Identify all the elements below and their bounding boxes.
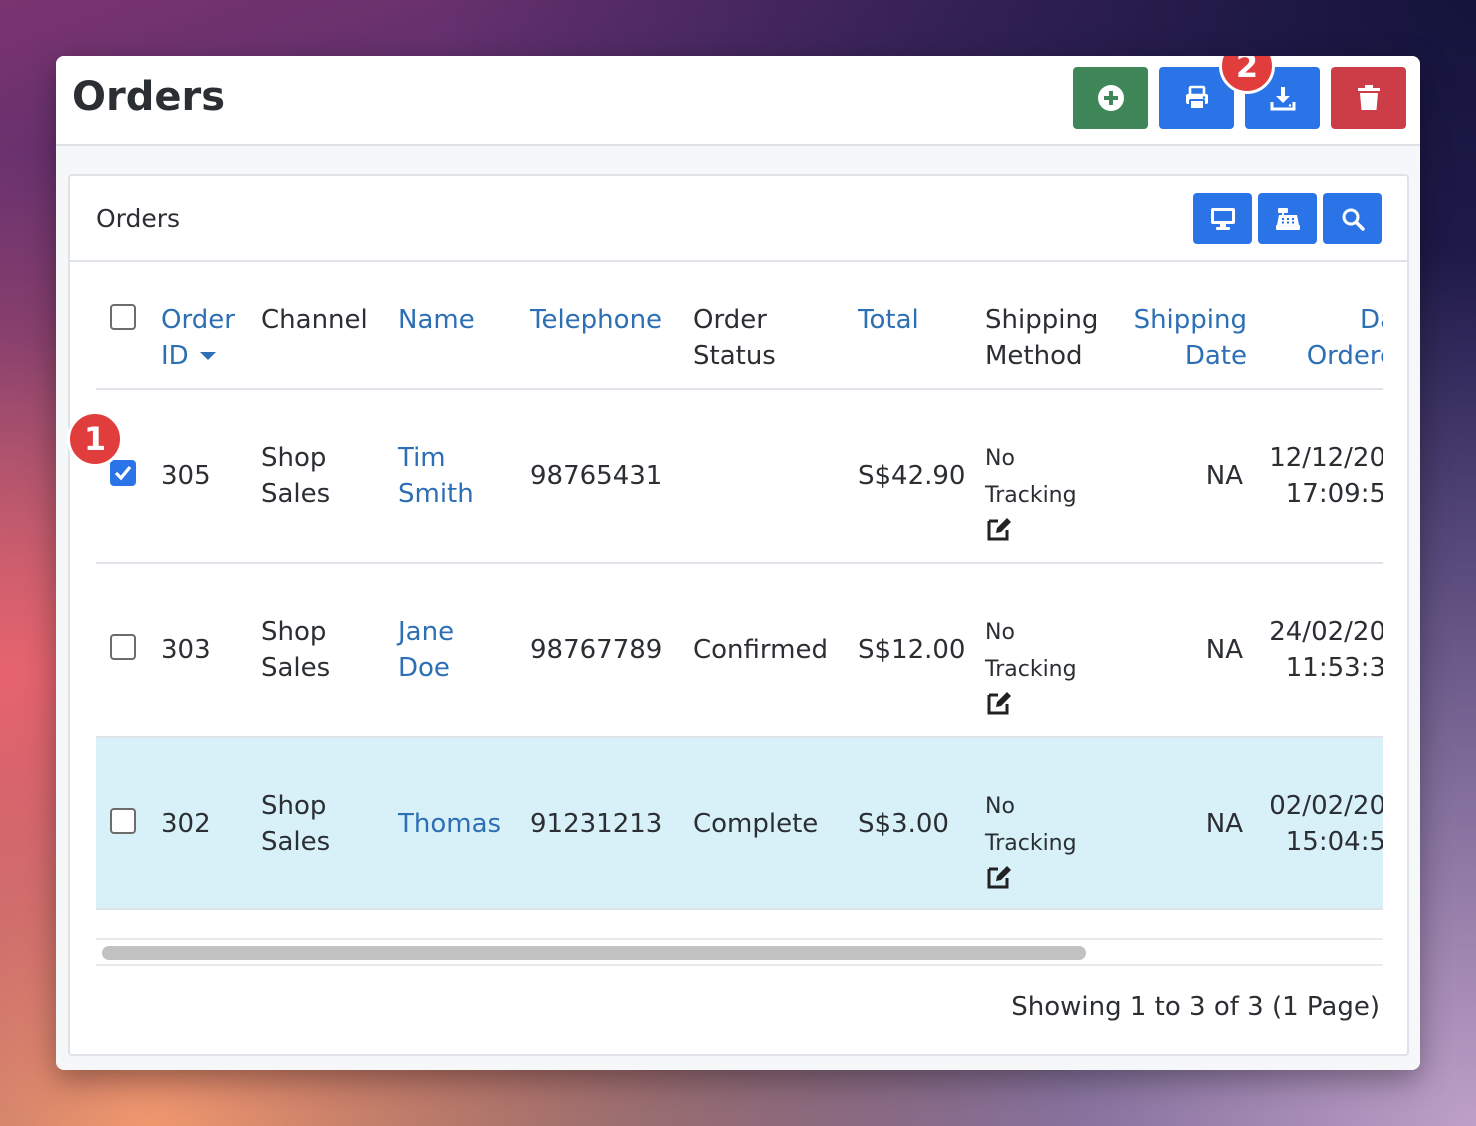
column-name[interactable]: Name xyxy=(398,302,475,338)
table-row[interactable]: 303 Shop Sales Jane Doe 98767789 Confirm… xyxy=(96,562,1383,736)
channel: Shop Sales xyxy=(261,443,331,509)
column-shipping-date[interactable]: Shipping Date xyxy=(1127,302,1247,374)
orders-table: Order ID Channel Name Telephone Order St… xyxy=(96,262,1383,982)
scrollbar-thumb[interactable] xyxy=(102,946,1086,960)
table-row[interactable]: 305 Shop Sales Tim Smith 98765431 S$42.9… xyxy=(96,388,1383,562)
order-id: 303 xyxy=(161,635,211,665)
edit-icon[interactable] xyxy=(985,864,1013,890)
customer-name-link[interactable]: Tim Smith xyxy=(398,440,474,512)
row-checkbox[interactable] xyxy=(110,808,136,834)
customer-name-link[interactable]: Thomas xyxy=(398,806,501,842)
printer-icon xyxy=(1185,85,1208,110)
column-channel: Channel xyxy=(261,305,368,335)
column-date-ordered[interactable]: Da Ordere xyxy=(1286,302,1383,374)
order-id: 302 xyxy=(161,809,211,839)
delete-button[interactable] xyxy=(1331,67,1406,129)
order-total: S$12.00 xyxy=(858,635,966,665)
table-row[interactable]: 302 Shop Sales Thomas 91231213 Complete … xyxy=(96,736,1383,910)
telephone: 98765431 xyxy=(530,461,663,491)
shipping-date: NA xyxy=(1205,809,1243,839)
page-title: Orders xyxy=(72,74,226,120)
trash-icon xyxy=(1357,85,1380,110)
cash-register-icon xyxy=(1275,207,1300,230)
column-shipping-method: Shipping Method xyxy=(985,305,1099,371)
row-checkbox[interactable] xyxy=(110,634,136,660)
column-order-status: Order Status xyxy=(693,305,776,371)
order-status: Complete xyxy=(693,809,819,839)
telephone: 91231213 xyxy=(530,809,663,839)
search-button[interactable] xyxy=(1323,193,1382,244)
column-telephone[interactable]: Telephone xyxy=(530,302,662,338)
sort-desc-icon xyxy=(199,352,216,360)
column-total[interactable]: Total xyxy=(858,302,919,338)
checkmark-icon xyxy=(114,465,132,481)
shipping-method: No Tracking xyxy=(985,614,1077,716)
search-icon xyxy=(1342,208,1365,231)
step-badge-1: 1 xyxy=(67,411,123,467)
date-ordered: 24/02/20 11:53:3 xyxy=(1269,617,1383,683)
page-header: Orders xyxy=(56,56,1420,146)
download-icon xyxy=(1270,87,1295,111)
order-total: S$3.00 xyxy=(858,809,949,839)
horizontal-scrollbar[interactable] xyxy=(96,938,1383,966)
shipping-method: No Tracking xyxy=(985,440,1077,542)
plus-circle-icon xyxy=(1097,85,1124,111)
column-order-id[interactable]: Order ID xyxy=(161,302,235,374)
date-ordered: 12/12/20 17:09:5 xyxy=(1269,443,1383,509)
telephone: 98767789 xyxy=(530,635,663,665)
customer-name-link[interactable]: Jane Doe xyxy=(398,614,454,686)
channel: Shop Sales xyxy=(261,791,331,857)
shipping-date: NA xyxy=(1205,635,1243,665)
select-all-checkbox[interactable] xyxy=(110,304,136,330)
shipping-date: NA xyxy=(1205,461,1243,491)
edit-icon[interactable] xyxy=(985,690,1013,716)
date-ordered: 02/02/20 15:04:5 xyxy=(1269,791,1383,857)
channel: Shop Sales xyxy=(261,617,331,683)
orders-window: Orders 2 Orders Order ID Channel Name Te… xyxy=(56,56,1420,1070)
order-id: 305 xyxy=(161,461,211,491)
order-status: Confirmed xyxy=(693,635,828,665)
add-button[interactable] xyxy=(1073,67,1148,129)
card-title: Orders xyxy=(96,204,181,233)
shipping-method: No Tracking xyxy=(985,788,1077,890)
pagination-summary: Showing 1 to 3 of 3 (1 Page) xyxy=(1011,992,1380,1022)
row-checkbox[interactable] xyxy=(110,460,136,486)
display-button[interactable] xyxy=(1193,193,1252,244)
card-header: Orders xyxy=(70,176,1407,262)
orders-card: Orders Order ID Channel Name Telephone O… xyxy=(68,174,1409,1056)
edit-icon[interactable] xyxy=(985,516,1013,542)
cash-register-button[interactable] xyxy=(1258,193,1317,244)
order-total: S$42.90 xyxy=(858,461,966,491)
monitor-icon xyxy=(1210,207,1235,230)
